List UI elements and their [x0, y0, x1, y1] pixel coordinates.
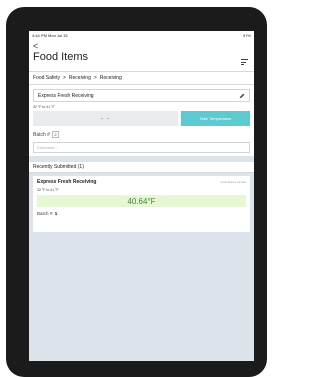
entry-time: Less than a minute — [220, 180, 246, 184]
status-time: 4:44 PM Mon Jul 15 — [32, 33, 68, 38]
product-name: Express Fresh Receiving — [38, 92, 94, 99]
breadcrumb: Food Safety > Receiving > Receiving — [29, 72, 254, 85]
entry-range: 32 °F to 41 °F — [37, 188, 59, 192]
breadcrumb-item-receiving[interactable]: Receiving — [69, 75, 91, 81]
temperature-range: 32 °F to 41 °F — [33, 105, 55, 109]
product-field[interactable]: Express Fresh Receiving — [33, 89, 250, 102]
entry-batch-value: 1 — [54, 211, 58, 216]
entry-batch: Batch #: 1 — [37, 211, 246, 216]
breadcrumb-item-food-safety[interactable]: Food Safety — [33, 75, 60, 81]
app-header: < Food Items — [29, 40, 254, 72]
app-screen: 4:44 PM Mon Jul 15 97% < Food Items Food… — [29, 31, 254, 361]
batch-input[interactable]: 2 — [51, 131, 59, 138]
take-temperature-button[interactable]: Take Temperature — [181, 111, 250, 126]
page-title: Food Items — [33, 51, 89, 63]
temperature-input[interactable]: - - — [33, 111, 178, 126]
submitted-entry-card[interactable]: Express Fresh Receiving Less than a minu… — [33, 176, 250, 232]
temperature-form: Express Fresh Receiving 32 °F to 41 °F -… — [29, 85, 254, 156]
recently-submitted-header: Recently Submitted (1) — [29, 162, 254, 173]
breadcrumb-separator-icon: > — [93, 75, 97, 81]
status-bar: 4:44 PM Mon Jul 15 97% — [29, 31, 254, 40]
batch-label: Batch # — [33, 131, 50, 138]
entry-name: Express Fresh Receiving — [37, 179, 97, 185]
pencil-icon[interactable] — [239, 93, 245, 99]
entry-batch-label: Batch #: — [37, 211, 54, 216]
back-arrow-icon[interactable]: < — [33, 42, 250, 51]
filter-menu-icon[interactable] — [241, 59, 248, 67]
tablet-frame: 4:44 PM Mon Jul 15 97% < Food Items Food… — [6, 7, 267, 377]
entry-reading: 40.64°F — [37, 195, 246, 207]
breadcrumb-item-receiving-current: Receiving — [99, 75, 122, 81]
breadcrumb-separator-icon: > — [62, 75, 66, 81]
comment-input[interactable]: Comment... — [33, 142, 250, 153]
temperature-row: - - Take Temperature — [33, 111, 250, 126]
battery-indicator: 97% — [242, 33, 251, 38]
batch-field: Batch # 2 — [33, 131, 250, 138]
